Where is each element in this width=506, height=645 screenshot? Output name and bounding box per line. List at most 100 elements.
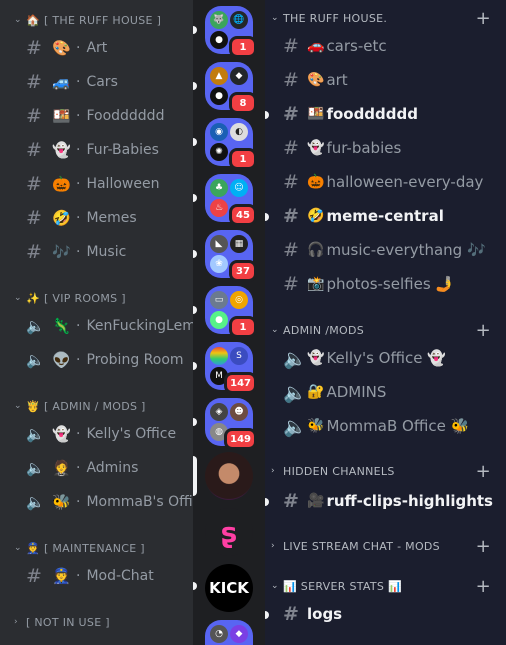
server-icon: ☻ (230, 403, 248, 421)
unread-pill (193, 82, 197, 90)
hash-icon: # (26, 241, 42, 263)
voice-admins[interactable]: 🔈 🤵 · Admins (26, 456, 138, 480)
server-icon: ☺ (230, 179, 248, 197)
channel-music-everythang[interactable]: # 🎧 music-everythang 🎶 (283, 237, 486, 263)
voice-mommab-office[interactable]: 🔈 🐝 · MommaB's Offi (26, 490, 193, 514)
channel-art[interactable]: # 🎨 · Art (26, 36, 107, 60)
channel-ruff-clips-highlights[interactable]: # 🎥 ruff-clips-highlights (283, 488, 493, 514)
category-admin-mods[interactable]: ⌄ 🤴[ ADMIN / MODS ] (14, 398, 146, 414)
server-icon: 🌐 (230, 11, 248, 29)
voice-kellys-office[interactable]: 🔈 👻 Kelly's Office 👻 (283, 345, 446, 371)
category-hidden-channels[interactable]: › HIDDEN CHANNELS + (271, 461, 501, 482)
left-channel-list: ⌄ 🏠[ THE RUFF HOUSE ] # 🎨 · Art # 🚙 · Cars # 🍱 · F… (0, 0, 193, 645)
voice-admins[interactable]: 🔈 🔐 ADMINS (283, 379, 386, 405)
chevron-right-icon: › (271, 466, 275, 476)
server-folder[interactable]: ◣ ▦ ❀ 37 (205, 230, 257, 282)
chevron-down-icon: ⌄ (14, 15, 22, 25)
hash-icon: # (26, 37, 42, 59)
unread-pill (193, 582, 197, 590)
category-maintenance[interactable]: ⌄ 👮[ MAINTENANCE ] (14, 540, 145, 556)
server-icon: ◆ (230, 625, 248, 643)
channel-foodddddd[interactable]: # 🍱 · Foodddddd (26, 104, 164, 128)
mention-badge: 45 (229, 204, 257, 226)
channel-cars[interactable]: # 🚙 · Cars (26, 70, 118, 94)
channel-music[interactable]: # 🎶 · Music (26, 240, 126, 264)
unread-pill (193, 250, 197, 258)
channel-cars-etc[interactable]: # 🚗 cars-etc (283, 33, 387, 59)
category-live-stream-chat[interactable]: › LIVE STREAM CHAT - MODS + (271, 536, 501, 557)
chevron-right-icon: › (271, 541, 275, 551)
unread-pill (265, 611, 269, 619)
category-ruff-house[interactable]: ⌄ THE RUFF HOUSE. + (271, 8, 501, 29)
unread-pill (193, 194, 197, 202)
server-icon: ● (210, 311, 228, 329)
hash-icon: # (26, 139, 42, 161)
hash-icon: # (283, 490, 299, 512)
channel-logs[interactable]: # logs (283, 601, 342, 627)
server-icon (210, 347, 228, 365)
channel-mod-chat[interactable]: # 👮 · Mod-Chat (26, 564, 154, 588)
voice-kellys-office[interactable]: 🔈 👻 · Kelly's Office (26, 422, 176, 446)
server-icon: ✺ (210, 143, 228, 161)
hash-icon: # (26, 565, 42, 587)
server-avatar-stream[interactable] (205, 452, 253, 500)
server-folder[interactable]: ◔ ◆ (205, 620, 253, 645)
plus-icon[interactable]: + (476, 536, 491, 557)
server-icon: ◐ (230, 123, 248, 141)
server-icon: ♣ (210, 179, 228, 197)
unread-pill (193, 138, 197, 146)
voice-mommab-office[interactable]: 🔈 🐝 MommaB Office 🐝 (283, 413, 469, 439)
speaker-icon: 🔈 (283, 347, 307, 370)
server-logo-neon[interactable]: ʂ (205, 508, 253, 556)
speaker-icon: 🔈 (283, 415, 307, 438)
mention-badge: 37 (229, 260, 257, 282)
selected-pill (193, 456, 197, 496)
hash-icon: # (283, 171, 299, 193)
speaker-icon: 🔈 (26, 351, 45, 369)
unread-pill (193, 26, 197, 34)
unread-pill (265, 498, 269, 506)
category-admin-mods[interactable]: ⌄ ADMIN /MODS + (271, 320, 501, 341)
unread-pill (193, 362, 197, 370)
speaker-icon: 🔈 (26, 459, 45, 477)
channel-art[interactable]: # 🎨 art (283, 67, 348, 93)
channel-foodddddd[interactable]: # 🍱 foodddddd (283, 101, 418, 127)
server-folder[interactable]: ▲ ◆ ● 8 (205, 62, 257, 114)
channel-fur-babies[interactable]: # 👻 · Fur-Babies (26, 138, 159, 162)
channel-meme-central[interactable]: # 🤣 meme-central (283, 203, 444, 229)
hash-icon: # (283, 205, 299, 227)
server-folder[interactable]: ♣ ☺ ♨ 45 (205, 174, 257, 226)
channel-photos-selfies[interactable]: # 📸 photos-selfies 🤳 (283, 271, 454, 297)
plus-icon[interactable]: + (476, 576, 491, 597)
unread-pill (193, 418, 197, 426)
plus-icon[interactable]: + (476, 320, 491, 341)
server-folder[interactable]: 🐺 🌐 ● 1 (205, 6, 257, 58)
chevron-down-icon: ⌄ (14, 401, 22, 411)
server-folder[interactable]: ▭ ◎ ● 1 (205, 286, 257, 338)
voice-kenfuckinglem[interactable]: 🔈 🦎 · KenFuckingLem (26, 314, 193, 338)
server-folder[interactable]: ◉ ◐ ✺ 1 (205, 118, 257, 170)
channel-fur-babies[interactable]: # 👻 fur-babies (283, 135, 401, 161)
channel-halloween[interactable]: # 🎃 · Halloween (26, 172, 159, 196)
chevron-down-icon: ⌄ (271, 581, 279, 591)
right-channel-list: ⌄ THE RUFF HOUSE. + # 🚗 cars-etc # 🎨 art # 🍱 foo… (265, 0, 506, 645)
category-server-stats[interactable]: ⌄ 📊 SERVER STATS 📊 + (271, 576, 501, 597)
server-icon: ◔ (210, 625, 228, 643)
category-not-in-use[interactable]: ›[ NOT IN USE ] (14, 614, 110, 630)
mention-badge: 149 (224, 428, 257, 450)
server-icon: ◉ (210, 123, 228, 141)
server-icon: ● (210, 87, 228, 105)
channel-memes[interactable]: # 🤣 · Memes (26, 206, 137, 230)
server-kick[interactable]: KICK (205, 564, 253, 612)
channel-halloween-every-day[interactable]: # 🎃 halloween-every-day (283, 169, 483, 195)
server-icon: ▭ (210, 291, 228, 309)
voice-probing-room[interactable]: 🔈 👽 · Probing Room (26, 348, 184, 372)
category-vip-rooms[interactable]: ⌄ ✨[ VIP ROOMS ] (14, 290, 126, 306)
plus-icon[interactable]: + (476, 8, 491, 29)
server-folder[interactable]: ◈ ☻ ◍ 149 (205, 398, 257, 450)
unread-pill (265, 111, 269, 119)
mention-badge: 147 (224, 372, 257, 394)
server-folder[interactable]: S M 147 (205, 342, 257, 394)
category-ruff-house[interactable]: ⌄ 🏠[ THE RUFF HOUSE ] (14, 12, 161, 28)
plus-icon[interactable]: + (476, 461, 491, 482)
